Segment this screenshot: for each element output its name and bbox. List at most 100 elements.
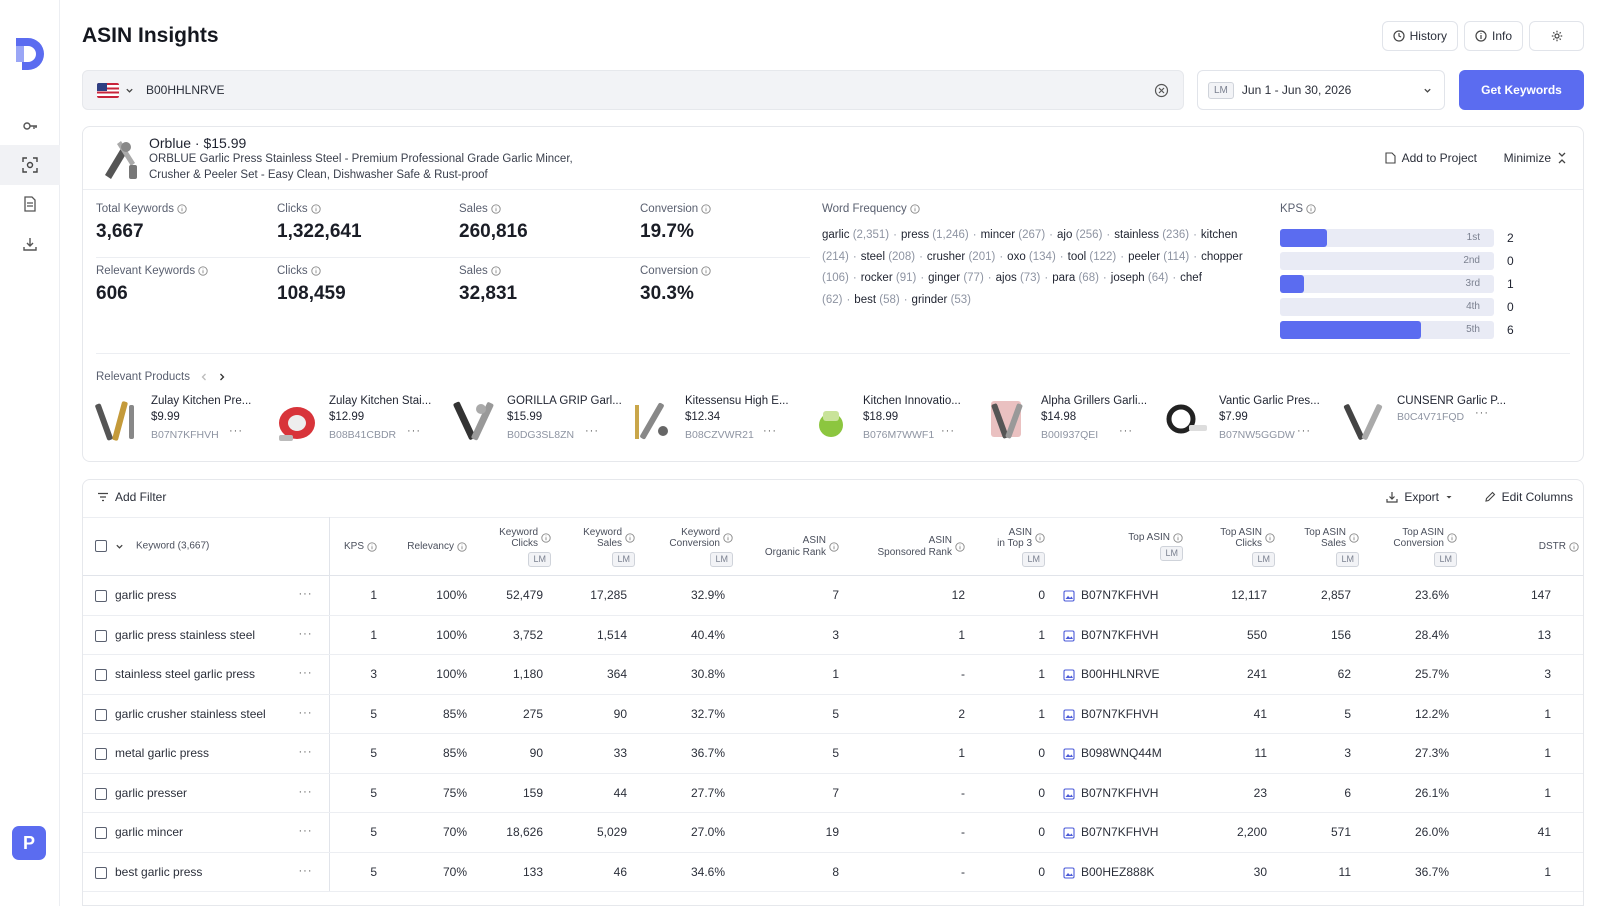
word-frequency-item[interactable]: crusher (201) bbox=[927, 251, 995, 263]
top-asin-cell[interactable]: B098WNQ44M bbox=[1051, 733, 1189, 774]
info-icon[interactable] bbox=[829, 541, 839, 552]
column-header-top-asin-sales[interactable]: Top ASIN Sales LM bbox=[1281, 517, 1365, 576]
info-icon[interactable] bbox=[457, 541, 467, 552]
column-header-keyword-sales[interactable]: Keyword Sales LM bbox=[557, 517, 641, 576]
info-icon[interactable] bbox=[367, 541, 377, 552]
word-frequency-item[interactable]: para (68) bbox=[1052, 272, 1099, 284]
chevron-right-icon[interactable] bbox=[218, 372, 226, 382]
more-icon[interactable]: ··· bbox=[585, 425, 599, 437]
avatar[interactable]: P bbox=[12, 826, 46, 860]
relevant-product-item[interactable]: Kitessensu High E... $12.34 B08CZVWR21 ··· bbox=[629, 393, 807, 449]
table-row[interactable]: garlic mincer ··· 5 70% 18,626 5,029 27.0% 19 - 0… bbox=[83, 812, 1583, 853]
more-icon[interactable]: ··· bbox=[299, 786, 313, 798]
row-checkbox[interactable] bbox=[95, 629, 107, 642]
info-icon[interactable] bbox=[701, 204, 711, 214]
info-icon[interactable] bbox=[1306, 204, 1316, 214]
word-frequency-item[interactable]: garlic (2,351) bbox=[822, 229, 889, 241]
column-header-relevancy[interactable]: Relevancy bbox=[383, 517, 473, 576]
select-all-checkbox[interactable] bbox=[95, 540, 107, 553]
clear-icon[interactable] bbox=[1154, 83, 1169, 98]
more-icon[interactable]: ··· bbox=[299, 628, 313, 640]
column-header-sponsored-rank[interactable]: ASIN Sponsored Rank bbox=[845, 517, 971, 576]
info-icon[interactable] bbox=[1569, 541, 1579, 552]
image-icon[interactable] bbox=[1063, 669, 1075, 681]
get-keywords-button[interactable]: Get Keywords bbox=[1459, 70, 1584, 110]
info-icon[interactable] bbox=[1447, 533, 1457, 543]
image-icon[interactable] bbox=[1063, 788, 1075, 800]
settings-button[interactable] bbox=[1529, 21, 1584, 51]
top-asin-cell[interactable]: B07N7KFHVH bbox=[1051, 773, 1189, 813]
word-frequency-item[interactable]: joseph (64) bbox=[1111, 272, 1169, 284]
row-checkbox[interactable] bbox=[95, 590, 107, 603]
chevron-down-icon[interactable] bbox=[125, 86, 134, 95]
more-icon[interactable]: ··· bbox=[299, 707, 313, 719]
column-header-kps[interactable]: KPS bbox=[329, 517, 383, 576]
column-header-top-asin[interactable]: Top ASIN LM bbox=[1051, 517, 1189, 576]
add-filter-button[interactable]: Add Filter bbox=[97, 490, 166, 504]
info-icon[interactable] bbox=[1349, 533, 1359, 543]
chevron-left-icon[interactable] bbox=[200, 372, 208, 382]
relevant-product-item[interactable]: Zulay Kitchen Pre... $9.99 B07N7KFHVH ··· bbox=[95, 393, 273, 449]
word-frequency-item[interactable]: ajo (256) bbox=[1057, 229, 1102, 241]
table-row[interactable]: best garlic press ··· 5 70% 133 46 34.6% 8 - 0 B00… bbox=[83, 852, 1583, 892]
keyword-text[interactable]: garlic crusher stainless steel bbox=[115, 707, 266, 721]
info-icon[interactable] bbox=[541, 533, 551, 543]
column-header-top-asin-conversion[interactable]: Top ASIN Conversion LM bbox=[1365, 517, 1463, 576]
table-row[interactable]: garlic presser ··· 5 75% 159 44 27.7% 7 - 0 B07N7K… bbox=[83, 773, 1583, 813]
more-icon[interactable]: ··· bbox=[299, 865, 313, 877]
table-row[interactable]: garlic press ··· 1 100% 52,479 17,285 32.9% 7 12… bbox=[83, 575, 1583, 616]
more-icon[interactable]: ··· bbox=[941, 425, 955, 437]
more-icon[interactable]: ··· bbox=[763, 425, 777, 437]
relevant-product-item[interactable]: Zulay Kitchen Stai... $12.99 B08B41CBDR ··· bbox=[273, 393, 451, 449]
more-icon[interactable]: ··· bbox=[299, 667, 313, 679]
info-icon[interactable] bbox=[1035, 533, 1045, 543]
table-row[interactable]: garlic crusher stainless steel ··· 5 85% 275… bbox=[83, 694, 1583, 734]
word-frequency-item[interactable]: rocker (91) bbox=[861, 272, 917, 284]
info-icon[interactable] bbox=[177, 204, 187, 214]
keyword-text[interactable]: garlic mincer bbox=[115, 825, 183, 839]
image-icon[interactable] bbox=[1063, 827, 1075, 839]
info-icon[interactable] bbox=[311, 204, 321, 214]
more-icon[interactable]: ··· bbox=[299, 588, 313, 600]
image-icon[interactable] bbox=[1063, 590, 1075, 602]
keyword-text[interactable]: best garlic press bbox=[115, 865, 202, 879]
row-checkbox[interactable] bbox=[95, 787, 107, 800]
column-header-keyword-conversion[interactable]: Keyword Conversion LM bbox=[641, 517, 739, 576]
row-checkbox[interactable] bbox=[95, 669, 107, 682]
row-checkbox[interactable] bbox=[95, 748, 107, 761]
info-icon[interactable] bbox=[625, 533, 635, 543]
column-header-in-top-3[interactable]: ASIN in Top 3 LM bbox=[971, 517, 1051, 576]
sidebar-item-downloads[interactable] bbox=[0, 224, 60, 264]
column-header-keyword-clicks[interactable]: Keyword Clicks LM bbox=[473, 517, 557, 576]
top-asin-cell[interactable]: B00HHLNRVE bbox=[1051, 654, 1189, 695]
relevant-product-item[interactable]: CUNSENR Garlic P... B0C4V71FQD ··· bbox=[1341, 393, 1519, 449]
word-frequency-item[interactable]: ginger (77) bbox=[928, 272, 984, 284]
info-icon[interactable] bbox=[198, 266, 208, 276]
top-asin-cell[interactable]: B07N7KFHVH bbox=[1051, 812, 1189, 853]
more-icon[interactable]: ··· bbox=[229, 425, 243, 437]
word-frequency-item[interactable]: mincer (267) bbox=[981, 229, 1046, 241]
info-icon[interactable] bbox=[910, 204, 920, 214]
word-frequency-item[interactable]: best (58) bbox=[854, 294, 899, 306]
top-asin-cell[interactable]: B07N7KFHVH bbox=[1051, 694, 1189, 734]
export-button[interactable]: Export bbox=[1386, 490, 1453, 504]
column-header-top-asin-clicks[interactable]: Top ASIN Clicks LM bbox=[1189, 517, 1281, 576]
info-icon[interactable] bbox=[311, 266, 321, 276]
relevant-product-item[interactable]: GORILLA GRIP Garl... $15.99 B0DG3SL8ZN ··· bbox=[451, 393, 629, 449]
word-frequency-item[interactable]: oxo (134) bbox=[1007, 251, 1056, 263]
more-icon[interactable]: ··· bbox=[299, 825, 313, 837]
relevant-product-item[interactable]: Vantic Garlic Pres... $7.99 B07NW5GGDW ··· bbox=[1163, 393, 1341, 449]
date-range-select[interactable]: LM Jun 1 - Jun 30, 2026 bbox=[1197, 70, 1445, 110]
edit-columns-button[interactable]: Edit Columns bbox=[1484, 490, 1573, 504]
relevant-product-item[interactable]: Alpha Grillers Garli... $14.98 B00I937QEI ·… bbox=[985, 393, 1163, 449]
info-icon[interactable] bbox=[491, 204, 501, 214]
more-icon[interactable]: ··· bbox=[1475, 407, 1489, 419]
more-icon[interactable]: ··· bbox=[299, 746, 313, 758]
row-checkbox[interactable] bbox=[95, 708, 107, 721]
table-row[interactable]: stainless steel garlic press ··· 3 100% 1,18… bbox=[83, 654, 1583, 695]
info-icon[interactable] bbox=[701, 266, 711, 276]
word-frequency-item[interactable]: tool (122) bbox=[1068, 251, 1117, 263]
keyword-text[interactable]: garlic press bbox=[115, 588, 176, 602]
keyword-text[interactable]: garlic press stainless steel bbox=[115, 628, 255, 642]
image-icon[interactable] bbox=[1063, 709, 1075, 721]
